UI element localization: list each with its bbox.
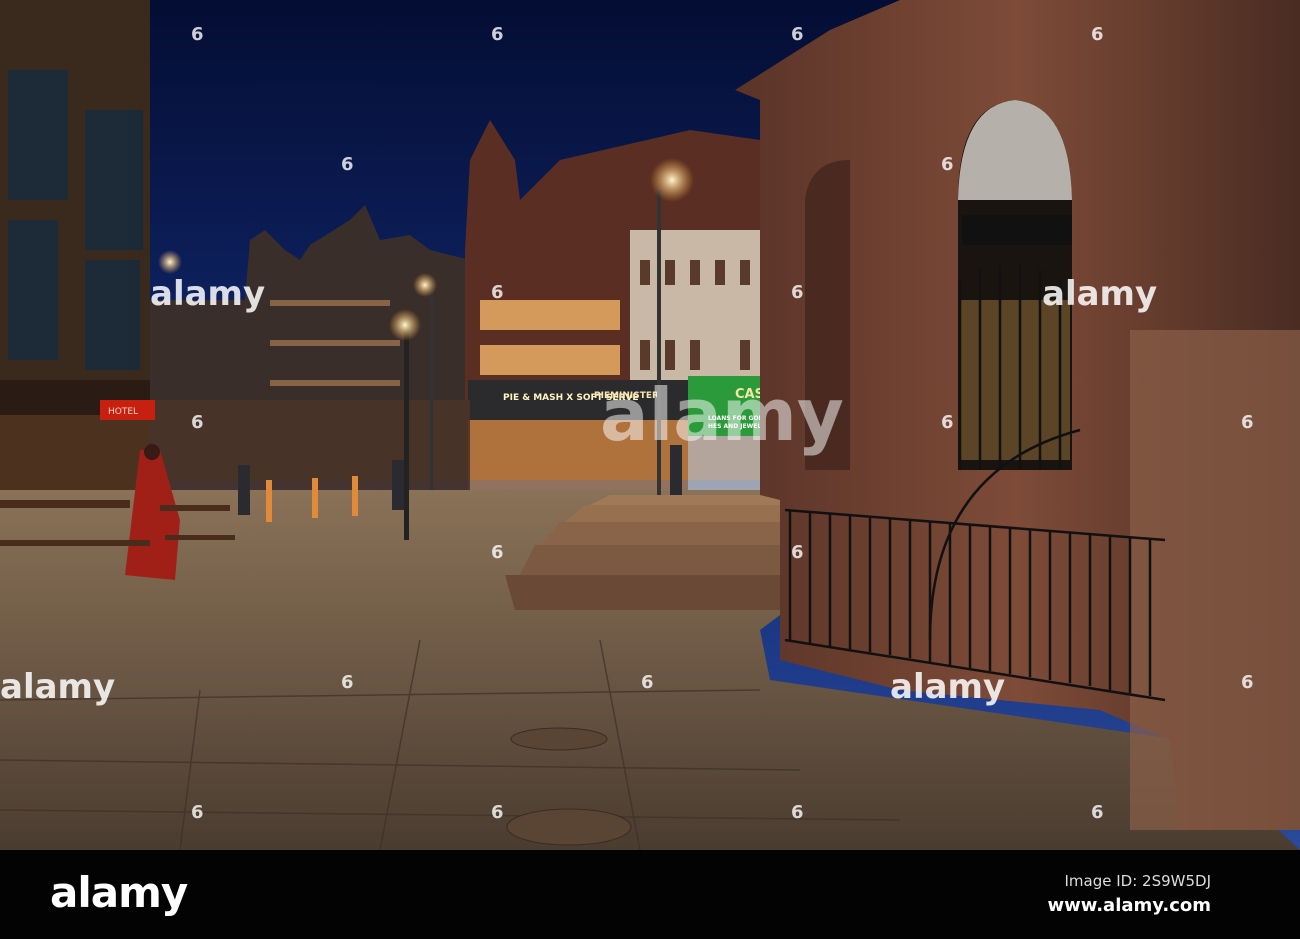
svg-text:6: 6 [941,412,954,433]
svg-text:6: 6 [791,802,804,823]
alamy-logo: alamy [50,868,188,917]
svg-text:6: 6 [491,802,504,823]
svg-text:6: 6 [941,154,954,175]
svg-text:6: 6 [491,542,504,563]
manhole-cover [510,727,608,751]
svg-text:6: 6 [1241,672,1254,693]
image-id: Image ID: 2S9W5DJ [1064,872,1212,890]
svg-text:6: 6 [1091,24,1104,45]
svg-text:alamy: alamy [0,667,115,707]
svg-text:6: 6 [791,24,804,45]
manhole-cover [506,808,632,846]
svg-text:6: 6 [791,542,804,563]
svg-text:alamy: alamy [1042,274,1157,314]
svg-text:6: 6 [341,672,354,693]
svg-text:6: 6 [491,282,504,303]
svg-text:alamy: alamy [890,667,1005,707]
svg-text:6: 6 [191,412,204,433]
svg-text:alamy: alamy [150,274,265,314]
svg-text:6: 6 [341,154,354,175]
svg-text:6: 6 [641,672,654,693]
svg-text:6: 6 [791,282,804,303]
svg-text:6: 6 [491,24,504,45]
svg-text:6: 6 [191,802,204,823]
red-neon-sign: HOTEL [108,407,138,417]
svg-text:6: 6 [1091,802,1104,823]
stock-footer: alamy Image ID: 2S9W5DJ www.alamy.com [0,850,1300,939]
svg-text:alamy: alamy [600,373,844,457]
svg-text:6: 6 [1241,412,1254,433]
svg-text:6: 6 [191,24,204,45]
street-photo: PIE & MASH X SOFT SERVE PIEMINISTER CASH… [0,0,1300,850]
site-url: www.alamy.com [1047,895,1211,916]
